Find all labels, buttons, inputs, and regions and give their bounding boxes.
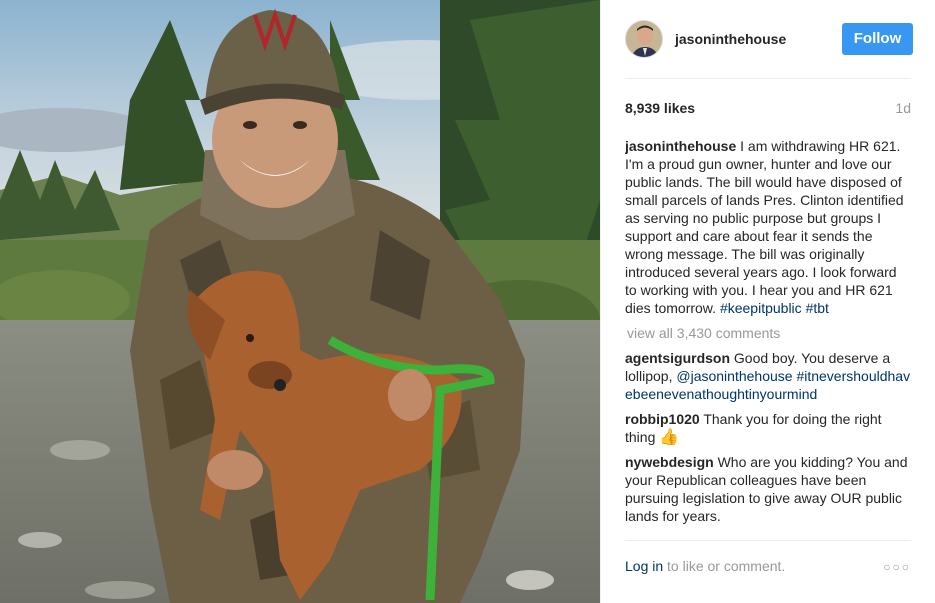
login-link[interactable]: Log in xyxy=(625,558,663,574)
caption-text: I am withdrawing HR 621. I'm a proud gun… xyxy=(625,138,904,316)
caption-username[interactable]: jasoninthehouse xyxy=(625,138,736,154)
comment: robbip1020 Thank you for doing the right… xyxy=(625,410,912,446)
post-username[interactable]: jasoninthehouse xyxy=(675,31,786,47)
post-header: jasoninthehouse Follow xyxy=(601,0,935,79)
avatar[interactable] xyxy=(625,20,663,58)
post-footer: Log in to like or comment. ○○○ xyxy=(625,558,911,578)
comment-username[interactable]: nywebdesign xyxy=(625,454,714,470)
comment-username[interactable]: agentsigurdson xyxy=(625,350,730,366)
more-options-icon[interactable]: ○○○ xyxy=(883,558,911,576)
likes-row: 8,939 likes 1d xyxy=(625,100,911,118)
hashtag-link[interactable]: #keepitpublic xyxy=(720,300,802,316)
post-photo[interactable] xyxy=(0,0,600,603)
header-divider xyxy=(625,78,911,79)
avatar-image xyxy=(626,21,662,57)
hashtag-link[interactable]: #tbt xyxy=(806,300,829,316)
likes-count[interactable]: 8,939 likes xyxy=(625,100,695,116)
follow-button[interactable]: Follow xyxy=(842,23,913,55)
thumbs-up-icon: 👍 xyxy=(659,429,680,446)
mention-link[interactable]: @jasoninthehouse xyxy=(676,368,792,384)
post-sidebar: jasoninthehouse Follow 8,939 likes 1d ja… xyxy=(600,0,935,603)
comment-username[interactable]: robbip1020 xyxy=(625,411,700,427)
photo-illustration xyxy=(0,0,600,603)
caption: jasoninthehouse I am withdrawing HR 621.… xyxy=(625,137,912,317)
footer-divider xyxy=(625,540,911,541)
login-prompt-text: to like or comment. xyxy=(667,558,786,574)
comments-list[interactable]: jasoninthehouse I am withdrawing HR 621.… xyxy=(625,137,912,533)
post-age[interactable]: 1d xyxy=(895,100,911,116)
comment: agentsigurdson Good boy. You deserve a l… xyxy=(625,349,912,403)
comment: nywebdesign Who are you kidding? You and… xyxy=(625,453,912,525)
view-all-comments-link[interactable]: view all 3,430 comments xyxy=(625,324,912,342)
